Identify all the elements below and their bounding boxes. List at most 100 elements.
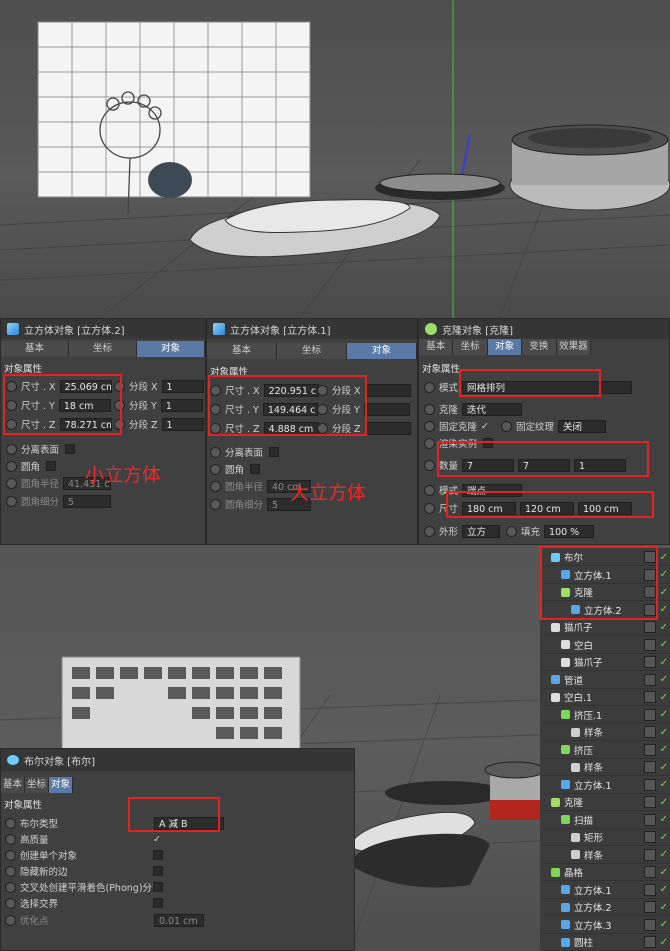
hide-edges-radio[interactable] [5, 865, 16, 877]
fillet-radius-radio[interactable] [210, 480, 221, 492]
enabled-check-icon[interactable]: ✓ [660, 657, 668, 668]
enabled-check-icon[interactable]: ✓ [660, 552, 668, 563]
object-row[interactable]: 克隆 ✓ [543, 794, 670, 811]
object-row[interactable]: 空白 ✓ [543, 637, 670, 654]
visibility-tag[interactable] [644, 813, 656, 826]
tab-transform[interactable]: 变换 [522, 339, 557, 355]
fillet-subdiv-radio[interactable] [6, 495, 17, 507]
tab-coord[interactable]: 坐标 [453, 339, 488, 355]
visibility-tag[interactable] [644, 831, 656, 843]
object-row[interactable]: 样条 ✓ [543, 724, 670, 741]
object-row[interactable]: 样条 ✓ [543, 759, 670, 776]
visibility-tag[interactable] [644, 778, 656, 791]
tab-object[interactable]: 对象 [347, 343, 417, 359]
fixed-texture-select[interactable]: 关闭 [558, 419, 606, 433]
enabled-check-icon[interactable]: ✓ [660, 622, 668, 633]
tab-object[interactable]: 对象 [487, 339, 523, 355]
tab-effectors[interactable]: 效果器 [556, 339, 592, 355]
enabled-check-icon[interactable]: ✓ [660, 604, 668, 615]
visibility-tag[interactable] [644, 743, 656, 756]
enabled-check-icon[interactable]: ✓ [660, 744, 668, 755]
object-row[interactable]: 立方体.3 ✓ [543, 917, 670, 934]
clones-radio[interactable] [424, 403, 435, 415]
fill-radio[interactable] [506, 525, 518, 537]
phong-break-radio[interactable] [5, 881, 16, 893]
visibility-tag[interactable] [644, 638, 656, 651]
object-row[interactable]: 管道 ✓ [543, 672, 670, 689]
object-row[interactable]: 晶格 ✓ [543, 864, 670, 881]
enabled-check-icon[interactable]: ✓ [660, 587, 668, 598]
visibility-tag[interactable] [644, 673, 656, 686]
enabled-check-icon[interactable]: ✓ [660, 814, 668, 825]
object-row[interactable]: 空白.1 ✓ [543, 689, 670, 706]
fillet-checkbox[interactable] [250, 464, 261, 474]
select-intersection-radio[interactable] [5, 897, 16, 909]
visibility-tag[interactable] [644, 936, 656, 948]
render-instances-radio[interactable] [424, 437, 435, 449]
clones-select[interactable]: 迭代 [462, 402, 523, 416]
hide-edges-checkbox[interactable] [153, 866, 163, 876]
enabled-check-icon[interactable]: ✓ [660, 709, 668, 720]
enabled-check-icon[interactable]: ✓ [660, 884, 668, 895]
visibility-tag[interactable] [644, 883, 656, 896]
seg-z-field[interactable] [364, 421, 411, 435]
tab-basic[interactable]: 基本 [1, 341, 69, 357]
fillet-subdiv-field[interactable]: 5 [63, 494, 112, 508]
enabled-check-icon[interactable]: ✓ [660, 779, 668, 790]
phong-break-checkbox[interactable] [153, 882, 163, 892]
fillet-radius-radio[interactable] [6, 477, 17, 489]
high-quality-radio[interactable] [5, 833, 16, 845]
tab-coord[interactable]: 坐标 [25, 777, 49, 793]
object-row[interactable]: 挤压.1 ✓ [543, 707, 670, 724]
seg-y-field[interactable]: 1 [160, 398, 203, 412]
tab-basic[interactable]: 基本 [1, 777, 25, 793]
object-row[interactable]: 猫爪子 ✓ [543, 654, 670, 671]
tab-object[interactable]: 对象 [137, 341, 205, 357]
separate-radio[interactable] [6, 443, 17, 455]
tab-coord[interactable]: 坐标 [69, 341, 137, 357]
size-radio[interactable] [424, 502, 435, 514]
tab-basic[interactable]: 基本 [419, 339, 454, 355]
mode2-radio[interactable] [424, 484, 435, 496]
count-radio[interactable] [424, 459, 435, 471]
fillet-radio[interactable] [210, 463, 221, 475]
boole-type-radio[interactable] [5, 817, 16, 829]
visibility-tag[interactable] [644, 866, 656, 878]
visibility-tag[interactable] [644, 656, 656, 668]
enabled-check-icon[interactable]: ✓ [660, 919, 668, 930]
fillet-subdiv-radio[interactable] [210, 498, 221, 510]
seg-y-field[interactable] [363, 402, 410, 416]
tab-basic[interactable]: 基本 [207, 343, 277, 359]
enabled-check-icon[interactable]: ✓ [660, 797, 668, 808]
enabled-check-icon[interactable]: ✓ [660, 762, 668, 773]
visibility-tag[interactable] [644, 726, 656, 738]
object-row[interactable]: 挤压 ✓ [543, 742, 670, 759]
viewport-top[interactable] [0, 0, 670, 318]
select-intersection-checkbox[interactable] [153, 898, 163, 908]
seg-x-field[interactable]: 1 [161, 379, 204, 393]
object-row[interactable]: 立方体.2 ✓ [543, 899, 670, 916]
visibility-tag[interactable] [644, 708, 656, 721]
tab-coord[interactable]: 坐标 [277, 343, 347, 359]
visibility-tag[interactable] [644, 796, 656, 808]
enabled-check-icon[interactable]: ✓ [660, 639, 668, 650]
mode-radio[interactable] [424, 381, 435, 393]
enabled-check-icon[interactable]: ✓ [660, 832, 668, 843]
enabled-check-icon[interactable]: ✓ [660, 902, 668, 913]
object-row[interactable]: 立方体.1 ✓ [543, 777, 670, 794]
visibility-tag[interactable] [644, 901, 656, 913]
enabled-check-icon[interactable]: ✓ [660, 674, 668, 685]
separate-surfaces-checkbox[interactable] [65, 444, 76, 454]
fixed-texture-radio[interactable] [500, 420, 512, 432]
optimize-field[interactable]: 0.01 cm [154, 913, 204, 927]
separate-surfaces-checkbox[interactable] [269, 447, 280, 457]
fillet-radio[interactable] [6, 460, 17, 472]
object-row[interactable]: 矩形 ✓ [543, 829, 670, 846]
visibility-tag[interactable] [644, 761, 656, 773]
single-object-radio[interactable] [5, 849, 16, 861]
shape-radio[interactable] [424, 525, 435, 537]
object-row[interactable]: 立方体.1 ✓ [543, 882, 670, 899]
enabled-check-icon[interactable]: ✓ [660, 569, 668, 580]
fixed-clone-check[interactable]: ✓ [481, 421, 489, 432]
object-row[interactable]: 圆柱 ✓ [543, 934, 670, 951]
